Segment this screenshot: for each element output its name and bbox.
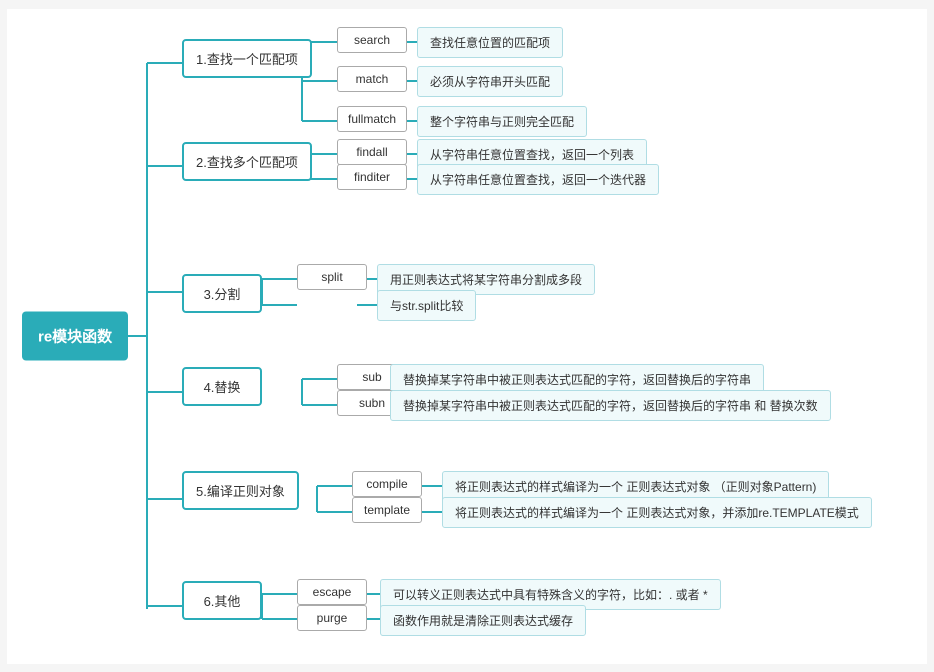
cat6-box: 6.其他 [182,581,262,620]
l2-fullmatch: fullmatch [337,106,407,132]
root-node: re模块函数 [22,312,128,361]
l2-compile: compile [352,471,422,497]
desc-match: 必须从字符串开头匹配 [417,66,563,97]
l2-match: match [337,66,407,92]
cat2-box: 2.查找多个匹配项 [182,142,312,181]
cat4-box: 4.替换 [182,367,262,406]
desc-purge: 函数作用就是清除正则表达式缓存 [380,605,586,636]
desc-finditer: 从字符串任意位置查找，返回一个迭代器 [417,164,659,195]
cat1-box: 1.查找一个匹配项 [182,39,312,78]
l2-finditer: finditer [337,164,407,190]
cat3-box: 3.分割 [182,274,262,313]
diagram: re模块函数 1.查找一个匹配项 search 查找任意位置的匹配项 match… [7,9,927,664]
desc-template: 将正则表达式的样式编译为一个 正则表达式对象，并添加re.TEMPLATE模式 [442,497,872,528]
l2-purge: purge [297,605,367,631]
l2-template: template [352,497,422,523]
l2-search: search [337,27,407,53]
l2-escape: escape [297,579,367,605]
desc-split-2: 与str.split比较 [377,290,476,321]
l2-split: split [297,264,367,290]
desc-search: 查找任意位置的匹配项 [417,27,563,58]
desc-fullmatch: 整个字符串与正则完全匹配 [417,106,587,137]
desc-subn: 替换掉某字符串中被正则表达式匹配的字符，返回替换后的字符串 和 替换次数 [390,390,831,421]
l2-findall: findall [337,139,407,165]
cat5-box: 5.编译正则对象 [182,471,299,510]
